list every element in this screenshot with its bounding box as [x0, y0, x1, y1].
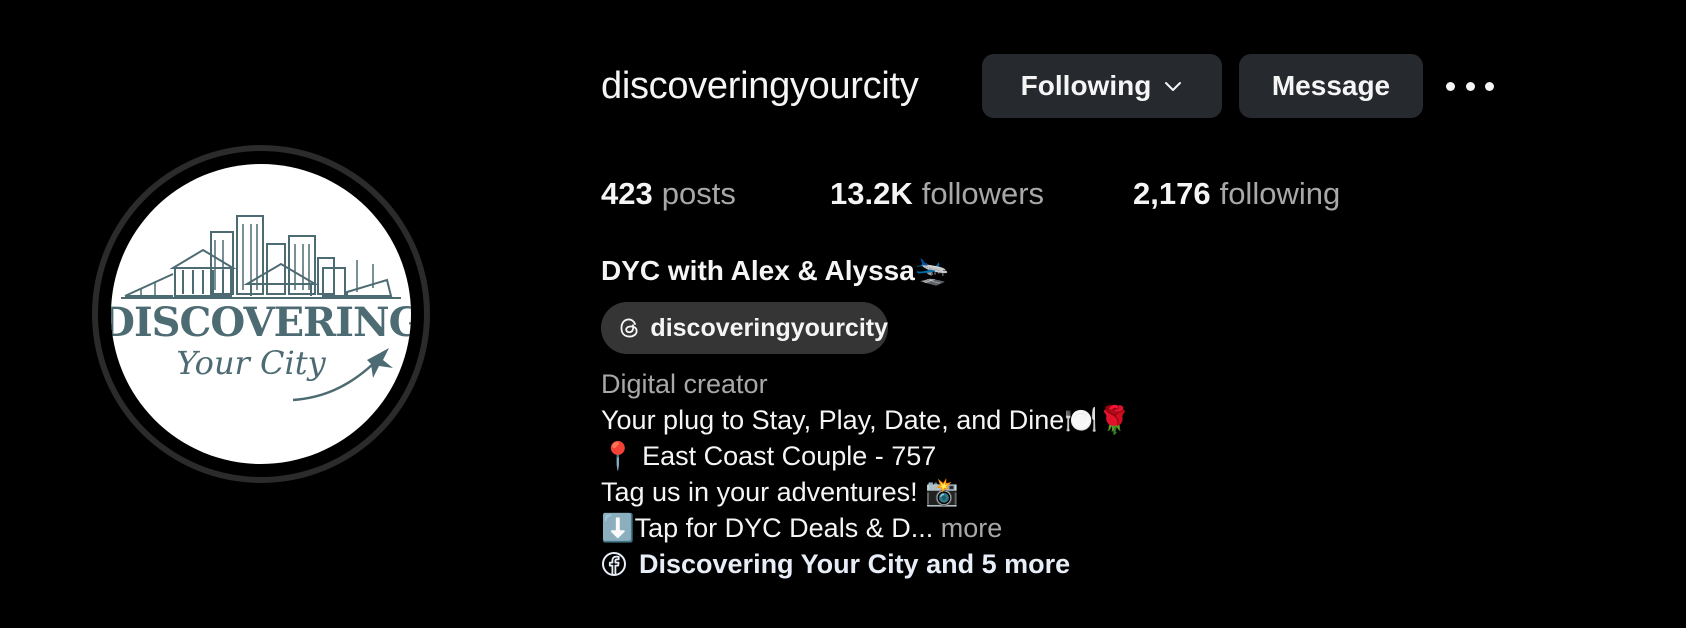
- following-button-label: Following: [1020, 70, 1152, 101]
- chevron-down-icon: [1165, 82, 1182, 91]
- more-horizontal-icon[interactable]: [1446, 72, 1494, 100]
- avatar-ring: DISCOVERING Your City: [98, 151, 424, 477]
- bio-line-truncated: ⬇️Tap for DYC Deals & D... more: [601, 510, 1132, 546]
- profile-full-name: DYC with Alex & Alyssa🛬: [601, 255, 950, 286]
- threads-handle: discoveringyourcity: [650, 313, 888, 342]
- posts-count-label: posts: [661, 176, 736, 211]
- threads-icon: [620, 318, 638, 338]
- posts-count-value: 423: [601, 176, 653, 211]
- message-button[interactable]: Message: [1239, 54, 1423, 118]
- facebook-icon: [602, 552, 626, 576]
- svg-text:DISCOVERING: DISCOVERING: [111, 299, 411, 346]
- discovering-your-city-logo: DISCOVERING Your City: [111, 215, 411, 402]
- bio-line: 📍 East Coast Couple - 757: [601, 441, 937, 471]
- message-button-label: Message: [1271, 70, 1391, 101]
- followers-count-label: followers: [921, 176, 1045, 211]
- profile-links[interactable]: Discovering Your City and 5 more: [601, 546, 1070, 582]
- followers-count-value: 13.2K: [830, 176, 913, 211]
- posts-count: 423 posts: [601, 173, 736, 215]
- svg-text:Your City: Your City: [176, 344, 326, 382]
- links-label: Discovering Your City and 5 more: [639, 548, 1071, 579]
- bio-line: ⬇️Tap for DYC Deals & D...: [601, 513, 934, 543]
- profile-username: discoveringyourcity: [601, 65, 919, 107]
- bio-line: Your plug to Stay, Play, Date, and Dine🍽…: [601, 405, 1132, 435]
- avatar[interactable]: DISCOVERING Your City: [111, 164, 411, 464]
- bio-line: Tag us in your adventures! 📸: [601, 477, 959, 507]
- bio-more-link[interactable]: more: [941, 513, 1003, 543]
- more-dot: [1446, 81, 1455, 91]
- more-dot: [1465, 81, 1475, 91]
- following-count-label: following: [1219, 176, 1341, 211]
- following-count-value: 2,176: [1133, 176, 1211, 211]
- profile-bio: Digital creator Your plug to Stay, Play,…: [601, 366, 1132, 546]
- threads-link[interactable]: discoveringyourcity: [601, 302, 888, 354]
- followers-link[interactable]: 13.2K followers: [830, 173, 1044, 215]
- following-button[interactable]: Following: [982, 54, 1222, 118]
- more-dot: [1485, 81, 1494, 91]
- following-link[interactable]: 2,176 following: [1133, 173, 1340, 215]
- profile-category: Digital creator: [601, 369, 768, 399]
